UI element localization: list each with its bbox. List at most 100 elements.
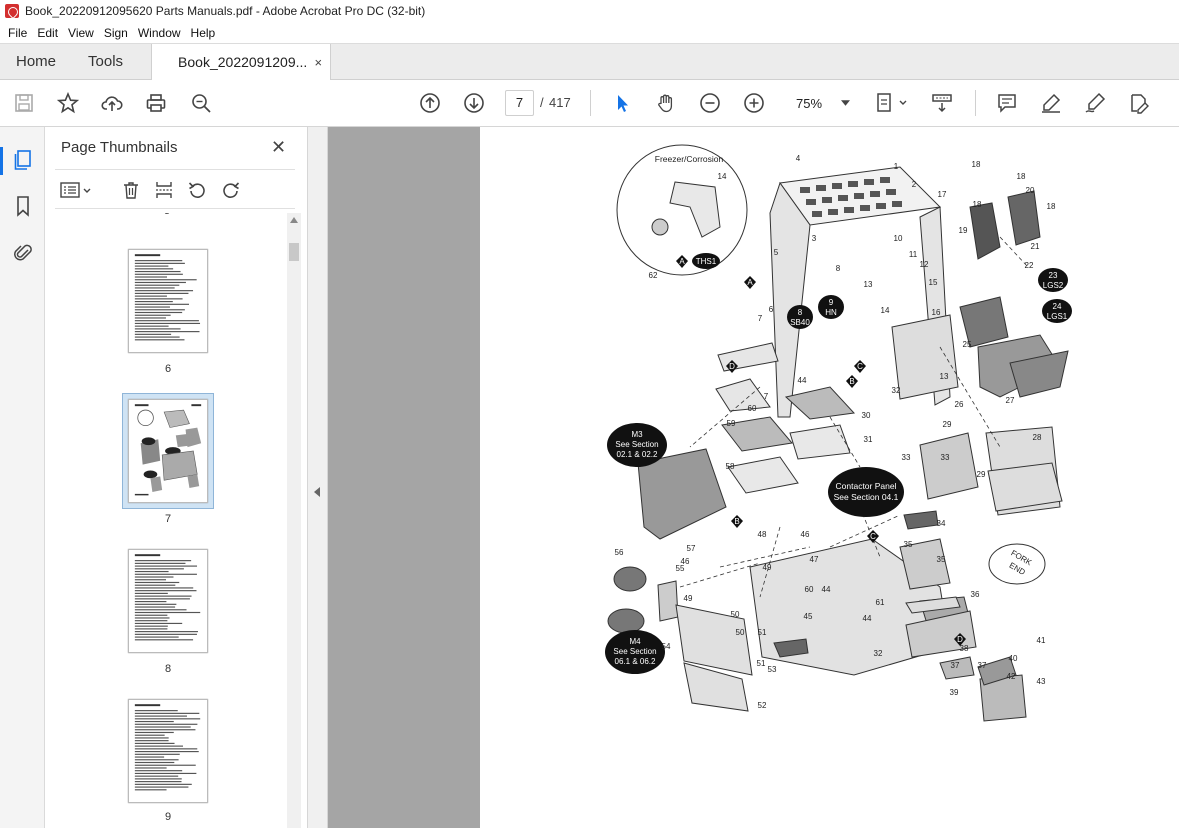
- callout-sb40-line2: SB40: [790, 318, 810, 327]
- next-page-icon[interactable]: [462, 91, 486, 115]
- upload-cloud-icon[interactable]: [100, 91, 124, 115]
- menu-help[interactable]: Help: [186, 26, 221, 40]
- edit-pdf-icon[interactable]: [1127, 91, 1151, 115]
- part-number-label: 32: [892, 386, 901, 395]
- part-number-label: 53: [768, 665, 777, 674]
- tab-home[interactable]: Home: [0, 44, 72, 79]
- callout-sb40-line1: 8: [798, 308, 803, 317]
- part-number-label: 39: [950, 688, 959, 697]
- zoom-out-icon[interactable]: [698, 91, 722, 115]
- part-number-label: 28: [1033, 433, 1042, 442]
- scroll-mode-icon[interactable]: [930, 91, 954, 115]
- thumbnail-options-icon[interactable]: [59, 178, 95, 202]
- star-icon[interactable]: [56, 91, 80, 115]
- comment-icon[interactable]: [995, 91, 1019, 115]
- part-number-label: 55: [676, 564, 685, 573]
- scrollbar-thumb[interactable]: [289, 243, 299, 261]
- previous-page-icon[interactable]: [418, 91, 442, 115]
- part-number-label: 54: [662, 642, 671, 651]
- part-number-label: 44: [822, 585, 831, 594]
- rotate-right-icon[interactable]: [219, 178, 243, 202]
- callout-ths1: THS1: [696, 257, 717, 266]
- thumbnail-list: 5 6 7: [55, 213, 287, 828]
- fit-page-icon[interactable]: [874, 91, 910, 115]
- part-number-label: 16: [932, 308, 941, 317]
- hand-tool-icon[interactable]: [654, 91, 678, 115]
- part-number-label: 5: [774, 248, 779, 257]
- zoom-dropdown[interactable]: 75%: [786, 90, 856, 116]
- zoom-value: 75%: [796, 95, 823, 111]
- bookmark-icon[interactable]: [10, 193, 36, 219]
- nav-rail: [0, 127, 45, 828]
- thumbnail-text-lines: [134, 704, 201, 791]
- save-icon[interactable]: [12, 91, 36, 115]
- part-number-label: 45: [804, 612, 813, 621]
- part-number-label: 32: [874, 649, 883, 658]
- part-number-label: 47: [810, 555, 819, 564]
- page-number-input[interactable]: 7: [505, 90, 534, 116]
- tab-document-label: Book_2022091209...: [178, 54, 308, 70]
- callout-lgs1-line2: LGS1: [1047, 312, 1068, 321]
- delete-icon[interactable]: [119, 178, 143, 202]
- part-number-label: 7: [758, 314, 763, 323]
- part-number-label: 4: [796, 154, 801, 163]
- part-number-label: 3: [812, 234, 817, 243]
- part-number-label: 58: [726, 462, 735, 471]
- insert-page-icon[interactable]: [152, 178, 176, 202]
- close-icon[interactable]: ✕: [271, 137, 286, 158]
- callout-contactor-line2: See Section 04.1: [834, 492, 899, 502]
- highlight-pen-icon[interactable]: [1039, 91, 1063, 115]
- thumbnail-page-7[interactable]: [128, 399, 208, 503]
- part-number-label: 26: [955, 400, 964, 409]
- part-number-label: 27: [1006, 396, 1015, 405]
- callout-lgs1-line1: 24: [1053, 302, 1062, 311]
- page-thumbnails-icon[interactable]: [10, 147, 36, 173]
- rotate-left-icon[interactable]: [185, 178, 209, 202]
- toolbar-separator: [590, 90, 591, 116]
- part-number-label: 20: [1026, 186, 1035, 195]
- menu-window[interactable]: Window: [133, 26, 186, 40]
- tab-document[interactable]: Book_2022091209... ×: [151, 44, 332, 80]
- collapse-arrow-icon[interactable]: [314, 487, 320, 497]
- thumbnail-scrollbar[interactable]: [287, 213, 301, 828]
- thumbnail-page-9[interactable]: [128, 699, 208, 803]
- toolbar-separator: [975, 90, 976, 116]
- part-number-label: 14: [718, 172, 727, 181]
- select-cursor-icon[interactable]: [610, 91, 634, 115]
- part-number-label: 29: [977, 470, 986, 479]
- attachment-icon[interactable]: [10, 239, 36, 265]
- part-number-label: 12: [920, 260, 929, 269]
- part-number-label: 13: [864, 280, 873, 289]
- menu-edit[interactable]: Edit: [32, 26, 63, 40]
- menu-view[interactable]: View: [63, 26, 99, 40]
- zoom-in-icon[interactable]: [742, 91, 766, 115]
- thumbnails-panel: Page Thumbnails ✕ 5 6: [45, 127, 308, 828]
- part-number-label: 37: [978, 661, 987, 670]
- sign-pen-icon[interactable]: [1083, 91, 1107, 115]
- part-number-label: 57: [687, 544, 696, 553]
- part-number-label: C: [857, 362, 863, 371]
- part-number-label: 21: [1031, 242, 1040, 251]
- part-number-label: 33: [941, 453, 950, 462]
- find-icon[interactable]: [189, 91, 213, 115]
- part-number-label: 34: [937, 519, 946, 528]
- part-number-label: 50: [731, 610, 740, 619]
- part-number-label: 59: [727, 419, 736, 428]
- thumbnail-page-8[interactable]: [128, 549, 208, 653]
- print-icon[interactable]: [144, 91, 168, 115]
- part-number-label: 35: [904, 540, 913, 549]
- callout-m4-line1: M4: [629, 637, 641, 646]
- panel-collapse-bar[interactable]: [308, 127, 328, 828]
- title-bar: Book_20220912095620 Parts Manuals.pdf - …: [0, 0, 1179, 22]
- menu-file[interactable]: File: [3, 26, 32, 40]
- scroll-up-icon[interactable]: [290, 217, 298, 223]
- part-number-label: 29: [943, 420, 952, 429]
- tab-tools[interactable]: Tools: [72, 44, 139, 79]
- tab-close-icon[interactable]: ×: [314, 55, 322, 70]
- callout-hn-line2: HN: [825, 308, 837, 317]
- part-number-label: 43: [1037, 677, 1046, 686]
- menu-sign[interactable]: Sign: [99, 26, 133, 40]
- thumbnail-page-6[interactable]: [128, 249, 208, 353]
- thumbnail-label: 7: [164, 513, 172, 525]
- panel-title: Page Thumbnails: [61, 139, 178, 156]
